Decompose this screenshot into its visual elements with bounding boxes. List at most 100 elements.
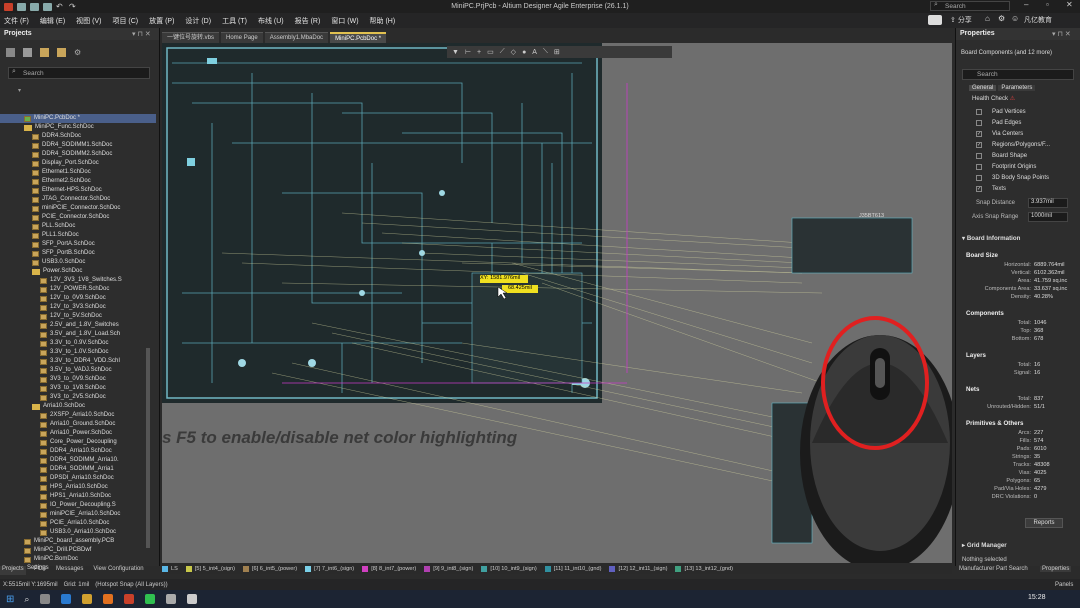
layer-tab[interactable]: [6] 6_int5_(power) (242, 565, 297, 572)
tab-assembly[interactable]: Assembly1.MbaDoc (264, 32, 329, 43)
tab-vbs-script[interactable]: 一键位号旋转.vbs (162, 32, 220, 43)
reports-button[interactable]: Reports (1025, 518, 1063, 528)
layer-tab[interactable]: [10] 10_int9_(sign) (481, 565, 537, 572)
save-project-icon[interactable] (23, 48, 32, 57)
tab-pcb[interactable]: PCB (32, 566, 48, 575)
panel-pin-icon[interactable]: ▾ ⊓ ✕ (132, 30, 151, 38)
tree-item[interactable]: Power.SchDoc (0, 267, 156, 276)
checkbox[interactable] (976, 152, 982, 159)
gear-icon[interactable]: ⚙ (998, 14, 1005, 23)
tree-item[interactable]: Core_Power_Decoupling (0, 438, 156, 447)
snap-option[interactable]: Pad Edges (956, 117, 1076, 128)
tab-general[interactable]: General (969, 85, 997, 91)
tree-item[interactable]: Ethernet2.SchDoc (0, 177, 156, 186)
tree-item[interactable]: IO_Power_Decoupling.S (0, 501, 156, 510)
menu-window[interactable]: 窗口 (W) (331, 16, 358, 26)
tree-item[interactable]: Arria10_Ground.SchDoc (0, 420, 156, 429)
project-options-icon[interactable] (6, 48, 15, 57)
tree-item[interactable]: PLL.SchDoc (0, 222, 156, 231)
tree-item[interactable]: PCIE_Arria10.SchDoc (0, 519, 156, 528)
tree-item[interactable]: DPSDI_Arria10.SchDoc (0, 474, 156, 483)
tab-view-configuration[interactable]: View Configuration (91, 566, 145, 575)
minimize-icon[interactable]: – (1024, 0, 1028, 9)
tree-caret-icon[interactable]: ▾ (18, 87, 21, 94)
home-icon[interactable]: ⌂ (985, 14, 990, 23)
tab-messages[interactable]: Messages (54, 566, 85, 575)
measure-icon[interactable]: ⊞ (554, 48, 560, 56)
tree-item[interactable]: miniPCIE_Arria10.SchDoc (0, 510, 156, 519)
open-folder-icon[interactable] (57, 48, 66, 57)
tree-item[interactable]: SFP_PortA.SchDoc (0, 240, 156, 249)
menu-project[interactable]: 项目 (C) (112, 16, 138, 26)
tree-item[interactable]: 3V3_to_0V9.SchDoc (0, 375, 156, 384)
user-name[interactable]: 凡亿教育 (1024, 15, 1052, 25)
projects-search-input[interactable]: Search (8, 67, 150, 79)
place-icon[interactable]: + (477, 49, 481, 56)
snap-option[interactable]: 3D Body Snap Points (956, 172, 1076, 183)
checkbox[interactable] (976, 119, 982, 126)
tree-item[interactable]: USB3.0_Arria10.SchDoc (0, 528, 156, 537)
taskbar-search-icon[interactable]: ⌕ (24, 594, 29, 605)
filter-icon[interactable]: ▼ (452, 49, 459, 56)
tab-projects[interactable]: Projects (0, 566, 26, 575)
layer-tab[interactable]: [5] 5_int4_(sign) (185, 565, 235, 572)
properties-search-input[interactable]: Search (962, 69, 1074, 80)
tree-item[interactable]: 3.5V_to_VADJ.SchDoc (0, 366, 156, 375)
tree-scrollbar[interactable] (146, 348, 150, 548)
edge-browser-icon[interactable] (61, 594, 72, 604)
wechat-icon[interactable] (145, 594, 156, 604)
snap-distance-field[interactable]: 3.937mil (1028, 198, 1068, 208)
line-icon[interactable]: ⟍ (543, 48, 548, 56)
menu-reports[interactable]: 报告 (R) (295, 16, 321, 26)
manufacturer-part-search-tab[interactable]: Manufacturer Part Search (959, 566, 1028, 572)
tree-item[interactable]: DDR4.SchDoc (0, 132, 156, 141)
tree-item[interactable]: Ethernet-HPS.SchDoc (0, 186, 156, 195)
altium-taskbar-icon[interactable] (124, 594, 135, 604)
checkbox[interactable]: ✓ (976, 141, 982, 148)
axis-snap-field[interactable]: 1000mil (1028, 212, 1068, 222)
layer-tab[interactable]: [8] 8_int7_(power) (362, 565, 416, 572)
task-view-icon[interactable] (40, 594, 51, 604)
properties-pin-icon[interactable]: ▾ ⊓ ✕ (1052, 30, 1071, 38)
info-value-link[interactable]: 837 (1034, 395, 1072, 403)
tree-item[interactable]: 3.3V_to_0.9V.SchDoc (0, 339, 156, 348)
tree-item[interactable]: HPS_Arria10.SchDoc (0, 483, 156, 492)
layer-tab[interactable]: [13] 13_int12_(gnd) (675, 565, 733, 572)
open-project-icon[interactable] (40, 48, 49, 57)
tree-item[interactable]: 3V3_to_2V5.SchDoc (0, 393, 156, 402)
tree-item[interactable]: USB3.0.SchDoc (0, 258, 156, 267)
layer-tab[interactable]: [9] 9_int8_(sign) (424, 565, 473, 572)
snap-option[interactable]: Footprint Origins (956, 161, 1076, 172)
tree-item[interactable]: 12V_3V3_1V8_Switches.S (0, 276, 156, 285)
snap-option[interactable]: ✓ Via Centers (956, 128, 1076, 139)
health-check-link[interactable]: Health Check ⚠ (972, 95, 1015, 102)
tree-item[interactable]: miniPCIE_Connector.SchDoc (0, 204, 156, 213)
tree-item[interactable]: Ethernet1.SchDoc (0, 168, 156, 177)
info-value-link[interactable]: 65 (1034, 477, 1072, 485)
route-icon[interactable]: ⟋ (500, 48, 505, 56)
share-button[interactable]: ⇪ 分享 (950, 15, 972, 25)
close-icon[interactable]: ✕ (1066, 0, 1073, 9)
tree-item[interactable]: MiniPC_Func.SchDoc (0, 123, 156, 132)
tree-item[interactable]: Display_Port.SchDoc (0, 159, 156, 168)
tree-item[interactable]: Arria10_Power.SchDoc (0, 429, 156, 438)
tree-item[interactable]: 12V_POWER.SchDoc (0, 285, 156, 294)
board-information-header[interactable]: ▾ Board Information (962, 235, 1020, 242)
tree-item[interactable]: 3.3V_to_1.0V.SchDoc (0, 348, 156, 357)
notepad-icon[interactable] (187, 594, 198, 604)
windows-start-icon[interactable]: ⊞ (6, 594, 14, 605)
tree-item[interactable]: MiniPC.PcbDoc * (0, 114, 156, 123)
info-value-link[interactable]: 16 (1034, 361, 1072, 369)
tree-item[interactable]: DDR4_SODIMM2.SchDoc (0, 150, 156, 159)
tree-item[interactable]: 3.3V_to_DDR4_VDD.SchI (0, 357, 156, 366)
checkbox[interactable] (976, 174, 982, 181)
menu-file[interactable]: 文件 (F) (4, 16, 29, 26)
global-search-input[interactable]: Search (930, 1, 1010, 11)
maximize-icon[interactable]: ▫ (1046, 0, 1049, 9)
tree-item[interactable]: DDR4_Arria10.SchDoc (0, 447, 156, 456)
notification-icon[interactable] (928, 15, 942, 25)
layer-tab[interactable]: LS (162, 565, 178, 572)
pad-icon[interactable]: ◇ (511, 48, 516, 56)
tree-item[interactable]: HPS1_Arria10.SchDoc (0, 492, 156, 501)
tree-item[interactable]: MiniPC_board_assembly.PCB (0, 537, 156, 546)
